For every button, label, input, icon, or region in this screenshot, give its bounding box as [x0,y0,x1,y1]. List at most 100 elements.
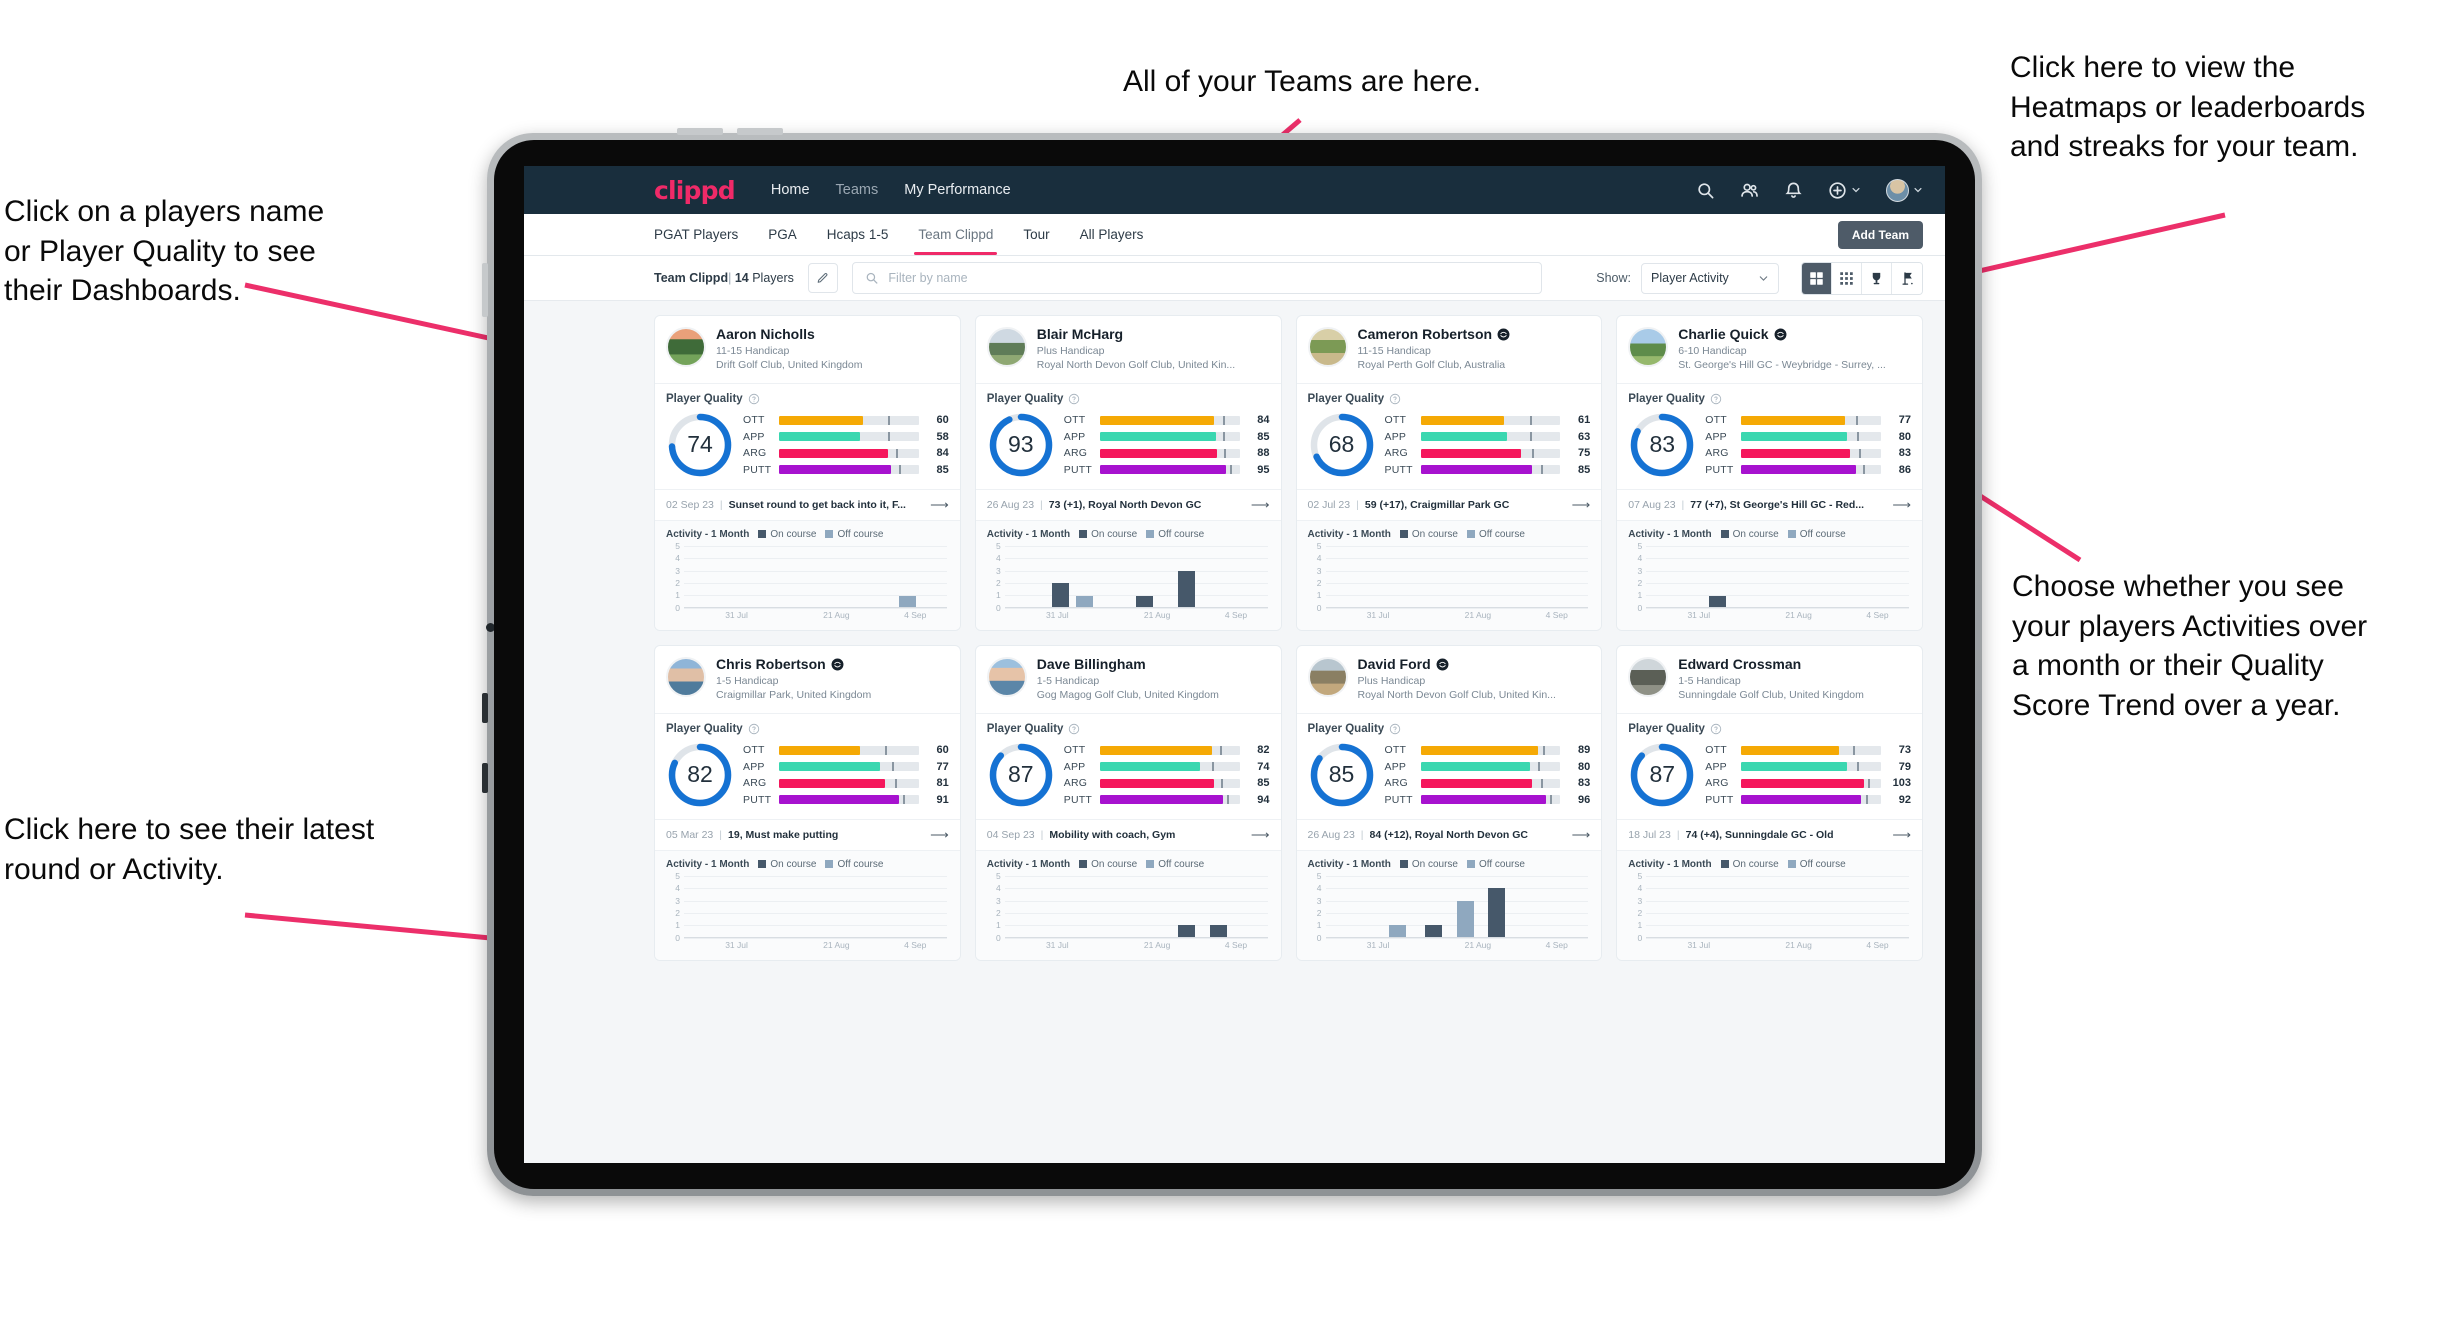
player-avatar[interactable] [1307,327,1348,367]
edit-team-button[interactable] [807,263,838,293]
player-quality-section[interactable]: Player Quality 93 OTT 84 APP 85 ARG 88 P… [975,382,1281,489]
latest-round-row[interactable]: 26 Aug 23 | 73 (+1), Royal North Devon G… [975,488,1281,520]
nav-link-teams[interactable]: Teams [836,182,879,198]
tab-pga[interactable]: PGA [768,214,797,255]
leaderboard-view-button[interactable] [1862,262,1892,294]
player-quality-gauge[interactable]: 85 [1308,741,1376,809]
arrow-right-icon[interactable]: ⟶ [1572,827,1591,843]
player-card[interactable]: Edward Crossman 1-5 Handicap Sunningdale… [1616,644,1923,961]
player-card[interactable]: Dave Billingham 1-5 Handicap Gog Magog G… [974,644,1282,961]
question-circle-icon[interactable] [1068,723,1080,735]
course-view-button[interactable] [1892,262,1922,294]
arrow-right-icon[interactable]: ⟶ [1892,827,1911,843]
user-menu[interactable] [1886,178,1923,202]
tab-all-players[interactable]: All Players [1080,214,1144,255]
player-quality-gauge[interactable]: 68 [1308,411,1376,479]
bell-icon[interactable] [1784,181,1803,200]
player-quality-gauge[interactable]: 87 [987,741,1055,809]
player-quality-gauge[interactable]: 93 [987,411,1055,479]
grid-view-button[interactable] [1802,262,1832,294]
player-name[interactable]: Cameron Robertson [1358,326,1511,342]
latest-round-row[interactable]: 07 Aug 23 | 77 (+7), St George's Hill GC… [1617,488,1922,520]
player-name[interactable]: Aaron Nicholls [716,326,862,342]
player-avatar[interactable] [666,656,706,697]
tab-tour[interactable]: Tour [1023,214,1049,255]
player-card[interactable]: Charlie Quick 6-10 Handicap St. George's… [1616,315,1923,631]
avatar[interactable] [1886,178,1909,202]
question-circle-icon[interactable] [748,723,760,735]
question-circle-icon[interactable] [1389,393,1401,405]
player-card[interactable]: Aaron Nicholls 11-15 Handicap Drift Golf… [654,315,961,631]
clippd-logo[interactable]: clippd [654,176,736,205]
player-quality-section[interactable]: Player Quality 87 OTT 73 APP 79 ARG 103 … [1617,712,1922,819]
quality-metric-bars: OTT 73 APP 79 ARG 103 PUTT 92 [1705,744,1911,806]
player-card-header[interactable]: Aaron Nicholls 11-15 Handicap Drift Golf… [655,316,960,383]
arrow-right-icon[interactable]: ⟶ [1251,497,1270,513]
player-quality-gauge[interactable]: 74 [666,411,734,479]
arrow-right-icon[interactable]: ⟶ [1251,827,1270,843]
player-avatar[interactable] [666,327,706,367]
player-quality-body: 68 OTT 61 APP 63 ARG 75 PUTT 85 [1308,411,1590,479]
add-menu[interactable] [1828,181,1861,200]
question-circle-icon[interactable] [1389,723,1401,735]
latest-round-row[interactable]: 26 Aug 23 | 84 (+12), Royal North Devon … [1296,818,1602,850]
tab-pgat-players[interactable]: PGAT Players [654,214,738,255]
player-avatar[interactable] [1628,656,1669,697]
tab-hcaps-1-5[interactable]: Hcaps 1-5 [827,214,889,255]
player-card[interactable]: Cameron Robertson 11-15 Handicap Royal P… [1295,315,1603,631]
player-name[interactable]: Edward Crossman [1678,656,1864,672]
player-quality-section[interactable]: Player Quality 82 OTT 60 APP 77 ARG 81 P… [655,712,960,819]
player-card-header[interactable]: Blair McHarg Plus Handicap Royal North D… [976,316,1281,383]
latest-round-row[interactable]: 02 Jul 23 | 59 (+17), Craigmillar Park G… [1296,488,1602,520]
player-quality-gauge[interactable]: 83 [1628,411,1696,479]
plus-circle-icon[interactable] [1828,181,1847,200]
question-circle-icon[interactable] [1710,723,1722,735]
latest-round-row[interactable]: 18 Jul 23 | 74 (+4), Sunningdale GC - Ol… [1617,818,1922,850]
arrow-right-icon[interactable]: ⟶ [930,827,949,843]
player-quality-gauge[interactable]: 87 [1628,741,1696,809]
compact-view-button[interactable] [1832,262,1862,294]
player-name[interactable]: Dave Billingham [1037,656,1219,672]
arrow-right-icon[interactable]: ⟶ [1572,497,1591,513]
player-quality-gauge[interactable]: 82 [666,741,734,809]
player-avatar[interactable] [986,656,1027,697]
player-card-header[interactable]: Edward Crossman 1-5 Handicap Sunningdale… [1617,646,1922,713]
player-avatar[interactable] [1307,656,1348,697]
arrow-right-icon[interactable]: ⟶ [1892,497,1911,513]
player-avatar[interactable] [986,327,1027,367]
player-card[interactable]: David Ford Plus Handicap Royal North Dev… [1295,644,1603,961]
latest-round-row[interactable]: 05 Mar 23 | 19, Must make putting ⟶ [655,818,960,850]
player-quality-section[interactable]: Player Quality 85 OTT 89 APP 80 ARG 83 P… [1296,712,1602,819]
player-card-header[interactable]: David Ford Plus Handicap Royal North Dev… [1297,646,1602,713]
latest-round-row[interactable]: 02 Sep 23 | Sunset round to get back int… [655,488,960,520]
player-name[interactable]: Blair McHarg [1037,326,1235,342]
question-circle-icon[interactable] [1710,393,1722,405]
question-circle-icon[interactable] [1068,393,1080,405]
player-name[interactable]: Charlie Quick [1678,326,1886,342]
player-card[interactable]: Chris Robertson 1-5 Handicap Craigmillar… [654,644,961,961]
player-avatar[interactable] [1628,327,1669,367]
player-quality-section[interactable]: Player Quality 83 OTT 77 APP 80 ARG 83 P… [1617,382,1922,489]
search-icon[interactable] [1696,181,1715,200]
player-card-header[interactable]: Chris Robertson 1-5 Handicap Craigmillar… [655,646,960,713]
latest-round-row[interactable]: 04 Sep 23 | Mobility with coach, Gym ⟶ [975,818,1281,850]
arrow-right-icon[interactable]: ⟶ [930,497,949,513]
player-quality-section[interactable]: Player Quality 74 OTT 60 APP 58 ARG 84 P… [655,382,960,489]
nav-link-home[interactable]: Home [771,182,810,198]
nav-link-my-performance[interactable]: My Performance [904,182,1010,198]
question-circle-icon[interactable] [748,393,760,405]
people-icon[interactable] [1740,181,1759,200]
player-card[interactable]: Blair McHarg Plus Handicap Royal North D… [974,315,1282,631]
filter-search-box[interactable] [851,262,1542,294]
player-name[interactable]: David Ford [1358,656,1556,672]
player-quality-section[interactable]: Player Quality 87 OTT 82 APP 74 ARG 85 P… [975,712,1281,819]
player-quality-section[interactable]: Player Quality 68 OTT 61 APP 63 ARG 75 P… [1296,382,1602,489]
player-card-header[interactable]: Charlie Quick 6-10 Handicap St. George's… [1617,316,1922,383]
tab-team-clippd[interactable]: Team Clippd [914,214,998,255]
search-input[interactable] [888,271,1529,285]
player-name[interactable]: Chris Robertson [716,656,871,672]
player-card-header[interactable]: Cameron Robertson 11-15 Handicap Royal P… [1297,316,1602,383]
show-select[interactable]: Player Activity [1641,262,1779,294]
player-card-header[interactable]: Dave Billingham 1-5 Handicap Gog Magog G… [976,646,1281,713]
add-team-button[interactable]: Add Team [1837,220,1923,249]
